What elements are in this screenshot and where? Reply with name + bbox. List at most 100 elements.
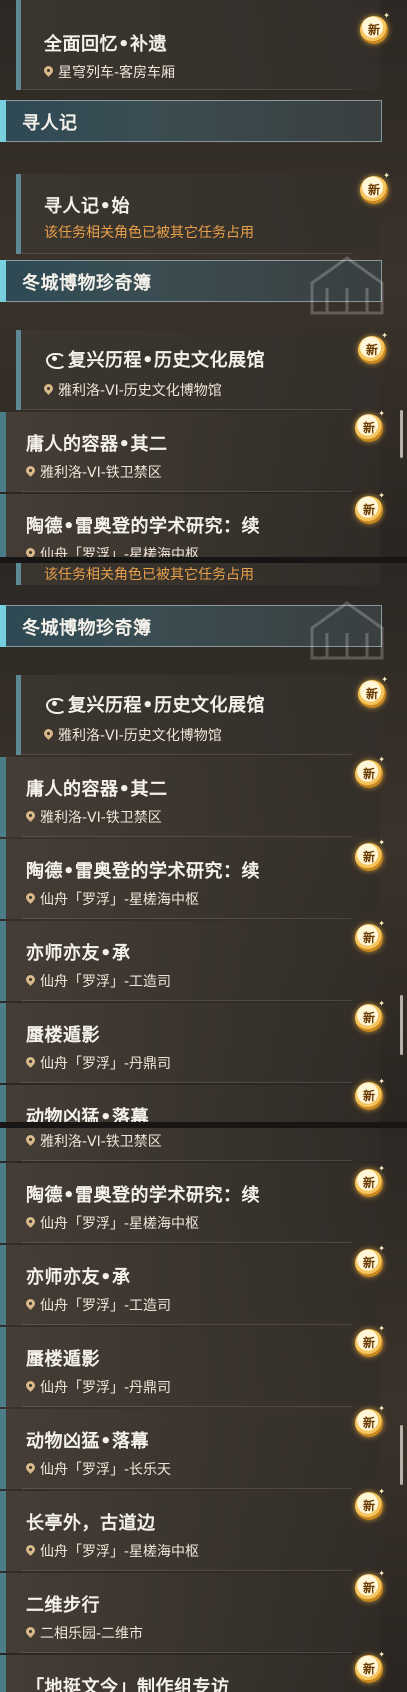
quest-location: 仙舟「罗浮」-长乐天 [26,1459,171,1479]
quest-accent-bar [16,0,21,90]
quest-item-todd-research[interactable]: 陶德•雷奥登的学术研究：续 仙舟「罗浮」-星槎海中枢 [0,839,380,919]
quest-location: 仙舟「罗浮」-星槎海中枢 [26,1213,199,1233]
panel-separator [0,557,407,563]
quest-accent-bar [0,412,6,492]
quest-title: 寻人记•始 [44,196,131,217]
quest-item-animal-finale[interactable]: 动物凶猛•落幕 仙舟「罗浮」-长乐天 [0,1409,380,1489]
companion-quest-icon [44,695,66,714]
quest-item-mirage[interactable]: 蜃楼遁影 仙舟「罗浮」-丹鼎司 [0,1003,380,1083]
new-badge-icon: 新 [355,1325,385,1357]
scrollbar[interactable] [400,410,403,458]
quest-title: 复兴历程•历史文化展馆 [44,691,265,717]
new-badge-icon: 新 [355,1165,385,1197]
category-header-missing-persons[interactable]: 寻人记 [0,100,382,142]
quest-item-revival-history[interactable]: 复兴历程•历史文化展馆 雅利洛-VI-历史文化博物馆 [0,675,380,755]
location-pin-icon [26,1545,35,1557]
quest-location: 雅利洛-VI-历史文化博物馆 [44,725,222,745]
quest-accent-bar [0,1003,6,1083]
quest-title: 「地挺文今」制作组专访 [26,1677,230,1692]
new-badge-icon: 新 [355,1405,385,1437]
quest-accent-bar [16,174,21,254]
quest-item-long-pavilion[interactable]: 长亭外，古道边 仙舟「罗浮」-星槎海中枢 [0,1491,380,1571]
category-header-museum[interactable]: 冬城博物珍奇簿 [0,256,384,315]
quest-accent-bar [0,1573,6,1653]
quest-title: 蜃楼遁影 [26,1025,100,1046]
quest-item-todd-research[interactable]: 陶德•雷奥登的学术研究：续 仙舟「罗浮」-星槎海中枢 [0,494,380,560]
location-pin-icon [44,729,53,741]
new-badge-icon: 新 [355,1488,385,1520]
new-badge-icon: 新 [355,1078,385,1110]
quest-location: 雅利洛-VI-历史文化博物馆 [44,380,222,400]
new-badge-icon: 新 [355,756,385,788]
quest-item-vessel-2[interactable]: 庸人的容器•其二 雅利洛-VI-铁卫禁区 [0,757,380,837]
quest-item-revival-history[interactable]: 复兴历程•历史文化展馆 雅利洛-VI-历史文化博物馆 [0,330,380,410]
quest-location: 星穹列车-客房车厢 [44,62,175,82]
quest-accent-bar [16,330,21,410]
location-pin-icon [44,384,53,396]
quest-list-panel-1: 全面回忆•补遗 星穹列车-客房车厢 新 寻人记 寻人记•始 该任务相关角色已被其… [0,0,407,560]
category-accent-bar [0,260,6,302]
new-badge-icon: 新 [355,492,385,524]
quest-item-mentor[interactable]: 亦师亦友•承 仙舟「罗浮」-工造司 [0,1245,380,1325]
quest-title: 陶德•雷奥登的学术研究：续 [26,516,261,537]
quest-accent-bar [0,1655,6,1692]
quest-location: 仙舟「罗浮」-工造司 [26,1295,171,1315]
quest-item-vessel-2[interactable]: 雅利洛-VI-铁卫禁区 [0,1125,380,1161]
quest-accent-bar [0,1163,6,1243]
museum-emblem-icon [310,256,384,315]
quest-item-full-recall[interactable]: 全面回忆•补遗 星穹列车-客房车厢 [0,0,380,90]
quest-title: 亦师亦友•承 [26,943,131,964]
quest-location: 仙舟「罗浮」-星槎海中枢 [26,1541,199,1561]
museum-emblem-icon [310,601,384,660]
category-accent-bar [0,605,6,647]
quest-accent-bar [0,1327,6,1407]
companion-quest-icon [44,350,66,369]
quest-accent-bar [0,1409,6,1489]
quest-list-panel-3: 雅利洛-VI-铁卫禁区 陶德•雷奥登的学术研究：续 仙舟「罗浮」-星槎海中枢 新… [0,1125,407,1692]
quest-item-todd-research[interactable]: 陶德•雷奥登的学术研究：续 仙舟「罗浮」-星槎海中枢 [0,1163,380,1243]
new-badge-icon: 新 [355,1570,385,1602]
quest-location: 仙舟「罗浮」-丹鼎司 [26,1053,171,1073]
scrollbar[interactable] [400,995,403,1055]
new-badge-icon: 新 [358,332,388,364]
new-badge-icon: 新 [355,920,385,952]
quest-list-panel-2: 该任务相关角色已被其它任务占用 冬城博物珍奇簿 复兴历程•历史文化展馆 雅利洛-… [0,560,407,1125]
quest-occupied-warning: 该任务相关角色已被其它任务占用 [44,567,254,583]
category-header-museum[interactable]: 冬城博物珍奇簿 [0,601,384,660]
location-pin-icon [44,66,53,78]
quest-item-mirage[interactable]: 蜃楼遁影 仙舟「罗浮」-丹鼎司 [0,1327,380,1407]
quest-item-2d-walk[interactable]: 二维步行 二相乐园-二维市 [0,1573,380,1653]
quest-title: 庸人的容器•其二 [26,434,168,455]
quest-item-missing-persons-start[interactable]: 寻人记•始 该任务相关角色已被其它任务占用 [0,174,380,254]
quest-accent-bar [0,1125,6,1161]
quest-location: 雅利洛-VI-铁卫禁区 [26,462,162,482]
quest-title: 陶德•雷奥登的学术研究：续 [26,861,261,882]
location-pin-icon [26,1381,35,1393]
location-pin-icon [26,811,35,823]
location-pin-icon [26,1057,35,1069]
quest-location: 雅利洛-VI-铁卫禁区 [26,807,162,827]
category-title: 寻人记 [22,113,78,134]
quest-title: 长亭外，古道边 [26,1513,156,1534]
quest-title: 亦师亦友•承 [26,1267,131,1288]
quest-accent-bar [0,1245,6,1325]
quest-item-interview[interactable]: 「地挺文今」制作组专访 [0,1655,380,1692]
new-badge-icon: 新 [355,1000,385,1032]
quest-title: 蜃楼遁影 [26,1349,100,1370]
quest-item-animal-finale[interactable]: 动物凶猛•落幕 [0,1085,380,1125]
new-badge-icon: 新 [360,12,390,44]
quest-location: 二相乐园-二维市 [26,1623,143,1643]
location-pin-icon [26,975,35,987]
quest-item-occupied[interactable]: 该任务相关角色已被其它任务占用 [0,560,380,585]
quest-title: 全面回忆•补遗 [44,34,168,55]
quest-item-mentor[interactable]: 亦师亦友•承 仙舟「罗浮」-工造司 [0,921,380,1001]
quest-occupied-warning: 该任务相关角色已被其它任务占用 [44,225,254,241]
quest-accent-bar [0,1085,6,1125]
quest-accent-bar [0,921,6,1001]
scrollbar[interactable] [400,1425,403,1485]
quest-location: 雅利洛-VI-铁卫禁区 [26,1131,162,1151]
location-pin-icon [26,1135,35,1147]
quest-item-vessel-2[interactable]: 庸人的容器•其二 雅利洛-VI-铁卫禁区 [0,412,380,492]
location-pin-icon [26,1299,35,1311]
new-badge-icon: 新 [355,839,385,871]
